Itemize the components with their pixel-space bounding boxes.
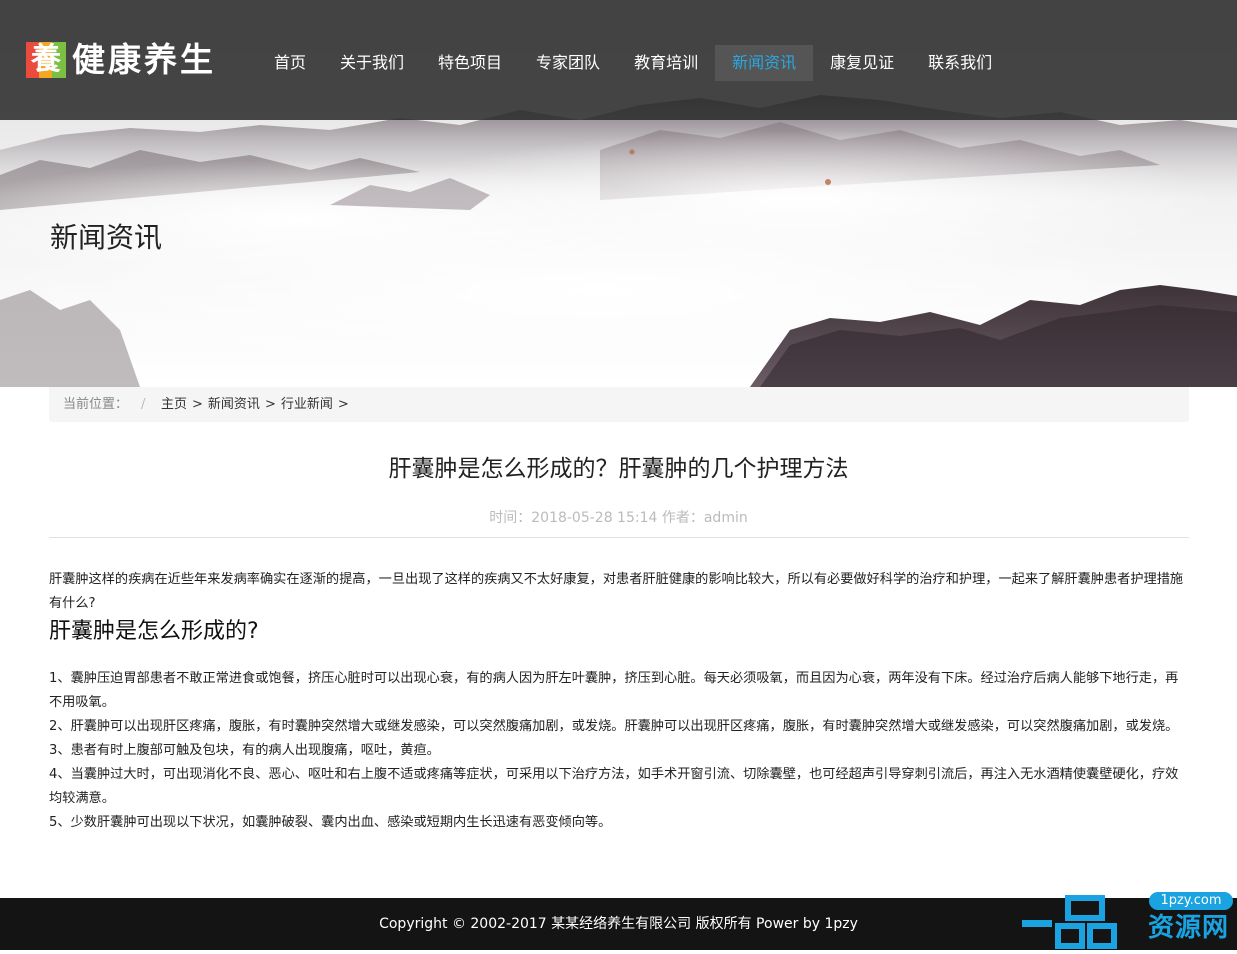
breadcrumb: 当前位置： / 主页 > 新闻资讯 > 行业新闻 > [49,387,1189,422]
main-nav: 首页 关于我们 特色项目 专家团队 教育培训 新闻资讯 康复见证 联系我们 [257,45,1009,81]
list-item: 3、患者有时上腹部可触及包块，有的病人出现腹痛，呕吐，黄疸。 [49,743,440,758]
banner-title: 新闻资讯 [50,221,163,254]
nav-item-about[interactable]: 关于我们 [323,45,421,81]
breadcrumb-arrow: > [337,397,349,412]
article-subheading: 肝囊肿是怎么形成的? [49,619,259,644]
breadcrumb-link-industry[interactable]: 行业新闻 [281,397,333,412]
watermark-logo-icon [1018,892,1126,950]
top-navigation-bar: 養 健康养生 首页 关于我们 特色项目 专家团队 教育培训 新闻资讯 康复见证 … [0,0,1237,120]
logo-text: 健康养生 [72,40,216,79]
article-divider [49,537,1189,538]
list-item: 4、当囊肿过大时，可出现消化不良、恶心、呕吐和右上腹不适或疼痛等症状，可采用以下… [49,767,1179,806]
nav-item-home[interactable]: 首页 [257,45,323,81]
breadcrumb-link-home[interactable]: 主页 [161,397,187,412]
logo-badge-char: 養 [31,42,61,77]
breadcrumb-label: 当前位置： [63,397,129,412]
nav-item-training[interactable]: 教育培训 [617,45,715,81]
breadcrumb-arrow: > [264,397,276,412]
breadcrumb-arrow: > [192,397,203,412]
watermark-domain: 1pzy.com [1149,892,1233,910]
nav-item-experts[interactable]: 专家团队 [519,45,617,81]
breadcrumb-link-news[interactable]: 新闻资讯 [208,397,260,412]
breadcrumb-path: 主页 > 新闻资讯 > 行业新闻 > [161,387,354,422]
article-meta: 时间：2018-05-28 15:14 作者：admin [489,510,748,526]
article-points: 1、囊肿压迫胃部患者不敢正常进食或饱餐，挤压心脏时可以出现心衰，有的病人因为肝左… [49,667,1189,835]
article-intro: 肝囊肿这样的疾病在近些年来发病率确实在逐渐的提高，一旦出现了这样的疾病又不太好康… [49,572,1184,611]
article-title: 肝囊肿是怎么形成的？肝囊肿的几个护理方法 [388,456,849,482]
logo-badge-icon: 養 [26,40,66,80]
list-item: 2、肝囊肿可以出现肝区疼痛，腹胀，有时囊肿突然增大或继发感染，可以突然腹痛加剧，… [49,719,1179,734]
nav-item-news[interactable]: 新闻资讯 [715,45,814,81]
breadcrumb-separator: / [141,397,146,412]
nav-item-features[interactable]: 特色项目 [421,45,519,81]
site-logo[interactable]: 養 健康养生 [26,40,216,80]
list-item: 1、囊肿压迫胃部患者不敢正常进食或饱餐，挤压心脏时可以出现心衰，有的病人因为肝左… [49,671,1179,710]
watermark-name: 资源网 [1147,913,1229,943]
nav-item-contact[interactable]: 联系我们 [911,45,1009,81]
list-item: 5、少数肝囊肿可出现以下状况，如囊肿破裂、囊内出血、感染或短期内生长迅速有恶变倾… [49,815,612,830]
nav-item-testimonials[interactable]: 康复见证 [813,45,911,81]
